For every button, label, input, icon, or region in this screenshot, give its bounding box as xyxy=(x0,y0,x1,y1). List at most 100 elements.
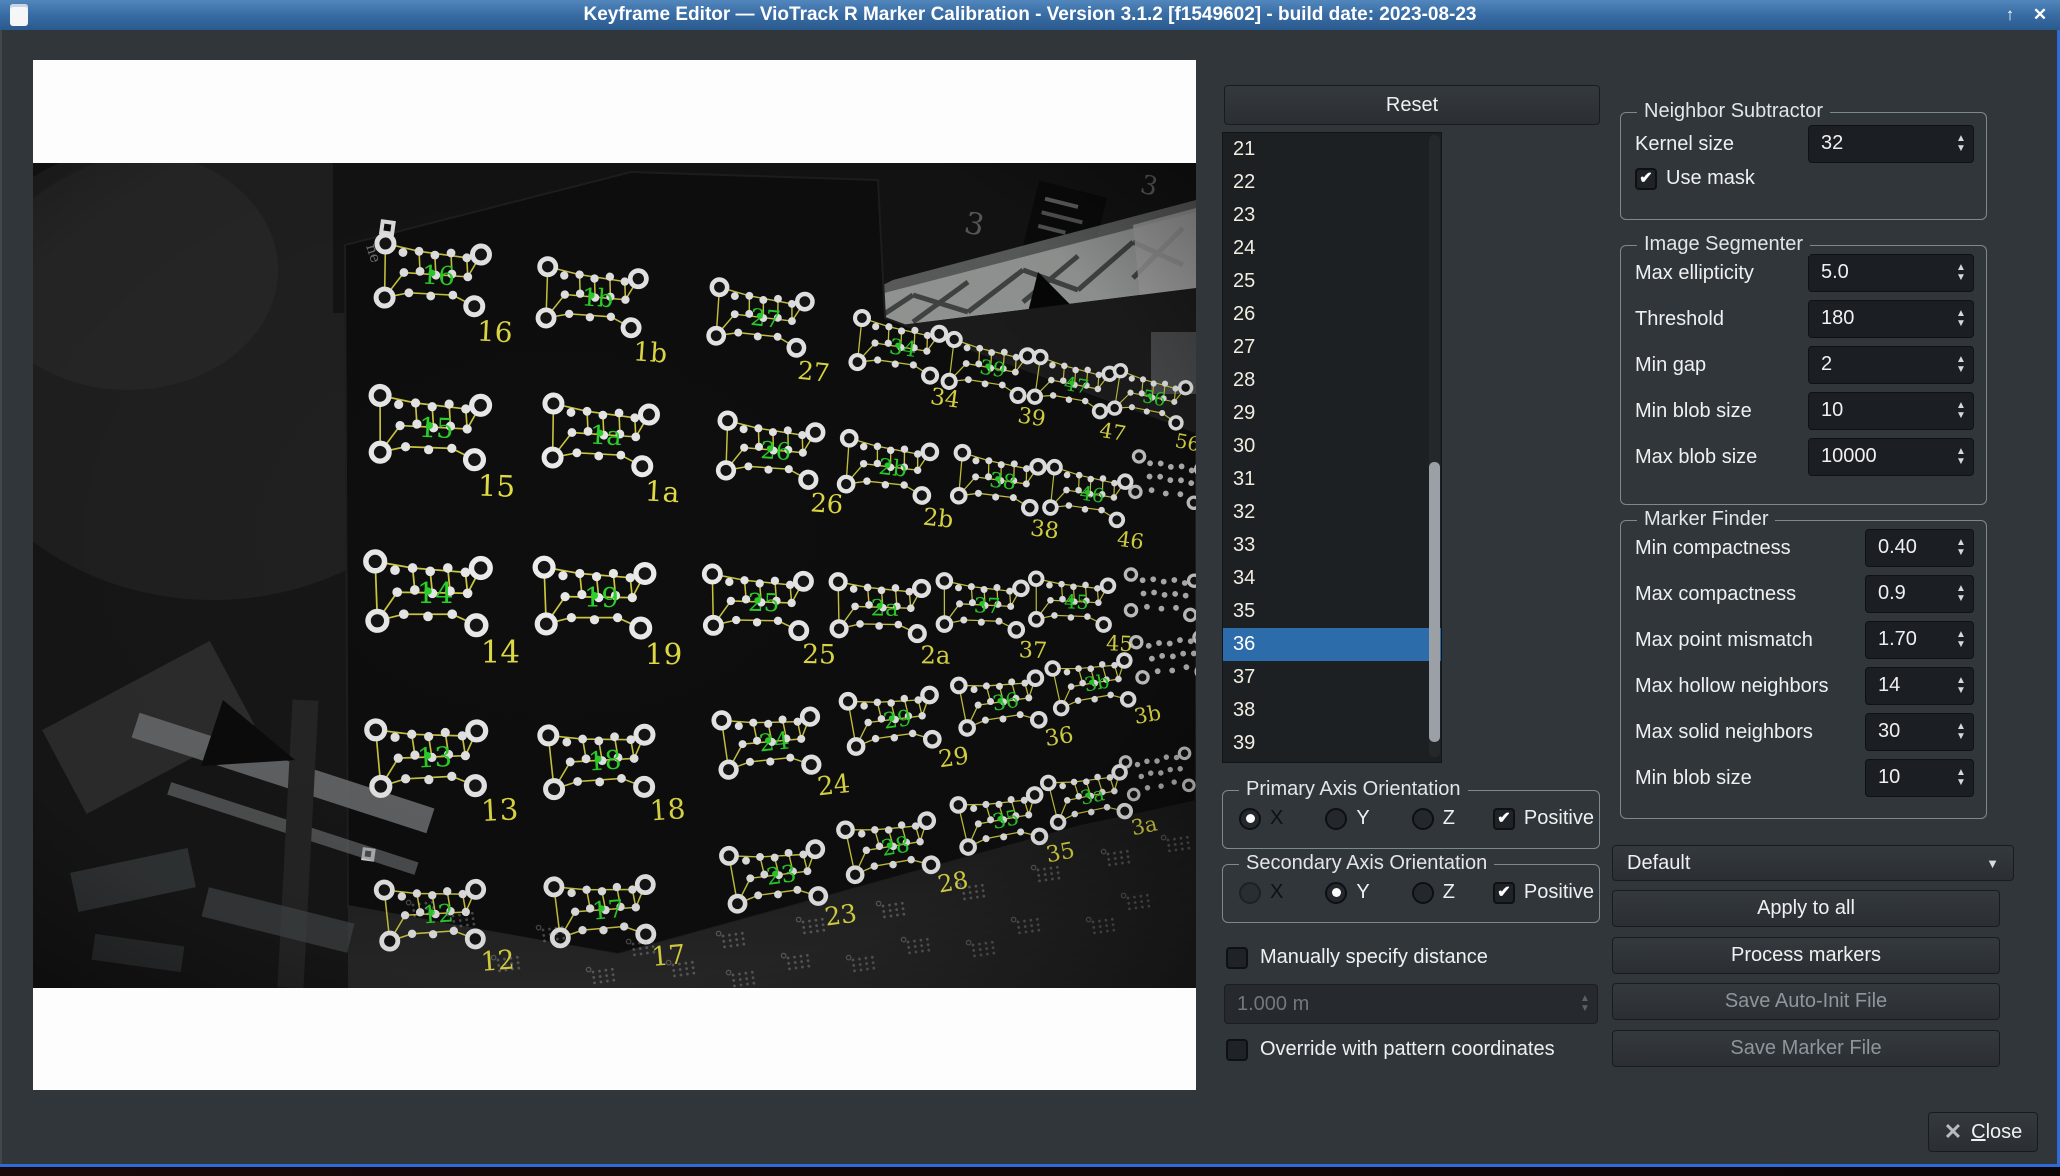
primary-positive-label: Positive xyxy=(1524,807,1594,830)
preset-combobox-value: Default xyxy=(1627,852,1690,875)
close-icon: ✕ xyxy=(1944,1119,1962,1145)
apply-to-all-button[interactable]: Apply to all xyxy=(1612,890,2000,927)
desktop-strip xyxy=(0,1167,2060,1176)
segmenter-1-value: 180 xyxy=(1809,301,1949,337)
segmenter-0-value: 5.0 xyxy=(1809,255,1949,291)
frame-list-scrollbar[interactable] xyxy=(1429,135,1440,757)
use-mask-label: Use mask xyxy=(1666,167,1755,190)
save-auto-init-button[interactable]: Save Auto-Init File xyxy=(1612,983,2000,1020)
window-close-icon[interactable]: ✕ xyxy=(2026,0,2054,30)
finder-2-arrows[interactable]: ▲▼ xyxy=(1949,622,1973,658)
list-item[interactable]: 37 xyxy=(1223,661,1441,694)
kernel-size-value: 32 xyxy=(1809,126,1949,162)
primary-y-radio[interactable] xyxy=(1325,808,1347,830)
kernel-size-arrows[interactable]: ▲▼ xyxy=(1949,126,1973,162)
process-markers-button[interactable]: Process markers xyxy=(1612,937,2000,974)
primary-z-label: Z xyxy=(1443,807,1455,830)
finder-1-arrows[interactable]: ▲▼ xyxy=(1949,576,1973,612)
finder-5-arrows[interactable]: ▲▼ xyxy=(1949,760,1973,796)
segmenter-4-value: 10000 xyxy=(1809,439,1949,475)
finder-5-row: Min blob size 10▲▼ xyxy=(1635,759,1974,797)
segmenter-2-arrows[interactable]: ▲▼ xyxy=(1949,347,1973,383)
primary-z-radio[interactable] xyxy=(1412,808,1434,830)
secondary-x-label: X xyxy=(1270,881,1283,904)
list-item[interactable]: 27 xyxy=(1223,331,1441,364)
list-item[interactable]: 26 xyxy=(1223,298,1441,331)
finder-0-arrows[interactable]: ▲▼ xyxy=(1949,530,1973,566)
segmenter-0-spinbox[interactable]: 5.0▲▼ xyxy=(1808,254,1974,292)
finder-3-row: Max hollow neighbors 14▲▼ xyxy=(1635,667,1974,705)
finder-2-row: Max point mismatch1.70▲▼ xyxy=(1635,621,1974,659)
secondary-axis-title: Secondary Axis Orientation xyxy=(1239,852,1494,875)
secondary-axis-group: Secondary Axis Orientation X Y Z ✔ Posit… xyxy=(1222,864,1600,923)
finder-1-spinbox[interactable]: 0.9▲▼ xyxy=(1865,575,1974,613)
secondary-y-radio[interactable] xyxy=(1325,882,1347,904)
segmenter-4-row: Max blob size10000▲▼ xyxy=(1635,438,1974,476)
finder-1-row: Max compactness 0.9▲▼ xyxy=(1635,575,1974,613)
reset-button[interactable]: Reset xyxy=(1224,85,1600,125)
list-item[interactable]: 39 xyxy=(1223,727,1441,760)
segmenter-4-spinbox[interactable]: 10000▲▼ xyxy=(1808,438,1974,476)
scrollbar-thumb[interactable] xyxy=(1429,462,1440,742)
finder-3-arrows[interactable]: ▲▼ xyxy=(1949,668,1973,704)
preset-combobox[interactable]: Default ▼ xyxy=(1612,845,2014,881)
camera-image: 3 3 ne xyxy=(33,60,1196,1090)
save-marker-file-button[interactable]: Save Marker File xyxy=(1612,1030,2000,1067)
secondary-z-radio[interactable] xyxy=(1412,882,1434,904)
kernel-size-spinbox[interactable]: 32 ▲▼ xyxy=(1808,125,1974,163)
finder-1-label: Max compactness xyxy=(1635,583,1796,606)
segmenter-1-spinbox[interactable]: 180▲▼ xyxy=(1808,300,1974,338)
window-title: Keyframe Editor — VioTrack R Marker Cali… xyxy=(0,4,2060,26)
distance-spinbox[interactable]: 1.000 m ▲▼ xyxy=(1224,984,1598,1024)
finder-4-arrows[interactable]: ▲▼ xyxy=(1949,714,1973,750)
list-item[interactable]: 21 xyxy=(1223,133,1441,166)
primary-x-label: X xyxy=(1270,807,1283,830)
primary-positive-checkbox[interactable]: ✔ xyxy=(1493,808,1515,830)
list-item[interactable]: 23 xyxy=(1223,199,1441,232)
close-button[interactable]: ✕ Close xyxy=(1928,1112,2038,1152)
segmenter-2-spinbox[interactable]: 2▲▼ xyxy=(1808,346,1974,384)
list-item[interactable]: 36 xyxy=(1223,628,1441,661)
segmenter-0-label: Max ellipticity xyxy=(1635,262,1754,285)
primary-x-radio[interactable] xyxy=(1239,808,1261,830)
image-segmenter-group: Image Segmenter Max ellipticity5.0▲▼Thre… xyxy=(1620,245,1987,505)
manual-distance-checkbox[interactable] xyxy=(1226,947,1248,969)
use-mask-checkbox[interactable]: ✔ xyxy=(1635,168,1657,190)
list-item[interactable]: 30 xyxy=(1223,430,1441,463)
override-checkbox[interactable] xyxy=(1226,1039,1248,1061)
list-item[interactable]: 32 xyxy=(1223,496,1441,529)
frame-list[interactable]: 21222324252627282930313233343536373839 xyxy=(1222,132,1442,763)
override-row: Override with pattern coordinates xyxy=(1226,1038,1555,1061)
chevron-down-icon: ▼ xyxy=(1986,856,1999,871)
segmenter-0-arrows[interactable]: ▲▼ xyxy=(1949,255,1973,291)
finder-3-label: Max hollow neighbors xyxy=(1635,675,1828,698)
finder-3-spinbox[interactable]: 14▲▼ xyxy=(1865,667,1974,705)
secondary-positive-checkbox[interactable]: ✔ xyxy=(1493,882,1515,904)
segmenter-3-arrows[interactable]: ▲▼ xyxy=(1949,393,1973,429)
secondary-y-label: Y xyxy=(1356,881,1369,904)
finder-2-spinbox[interactable]: 1.70▲▼ xyxy=(1865,621,1974,659)
distance-spin-arrows[interactable]: ▲▼ xyxy=(1573,985,1597,1023)
finder-0-spinbox[interactable]: 0.40▲▼ xyxy=(1865,529,1974,567)
titlebar[interactable]: Keyframe Editor — VioTrack R Marker Cali… xyxy=(0,0,2060,30)
list-item[interactable]: 25 xyxy=(1223,265,1441,298)
finder-5-value: 10 xyxy=(1866,760,1949,796)
segmenter-4-arrows[interactable]: ▲▼ xyxy=(1949,439,1973,475)
keep-above-icon[interactable]: ↑ xyxy=(1996,0,2024,30)
list-item[interactable]: 35 xyxy=(1223,595,1441,628)
list-item[interactable]: 38 xyxy=(1223,694,1441,727)
finder-5-label: Min blob size xyxy=(1635,767,1752,790)
list-item[interactable]: 22 xyxy=(1223,166,1441,199)
list-item[interactable]: 29 xyxy=(1223,397,1441,430)
list-item[interactable]: 24 xyxy=(1223,232,1441,265)
list-item[interactable]: 31 xyxy=(1223,463,1441,496)
list-item[interactable]: 28 xyxy=(1223,364,1441,397)
segmenter-1-arrows[interactable]: ▲▼ xyxy=(1949,301,1973,337)
list-item[interactable]: 34 xyxy=(1223,562,1441,595)
finder-0-row: Min compactness0.40▲▼ xyxy=(1635,529,1974,567)
finder-4-spinbox[interactable]: 30▲▼ xyxy=(1865,713,1974,751)
list-item[interactable]: 33 xyxy=(1223,529,1441,562)
segmenter-0-row: Max ellipticity 5.0▲▼ xyxy=(1635,254,1974,292)
segmenter-3-spinbox[interactable]: 10▲▼ xyxy=(1808,392,1974,430)
finder-5-spinbox[interactable]: 10▲▼ xyxy=(1865,759,1974,797)
